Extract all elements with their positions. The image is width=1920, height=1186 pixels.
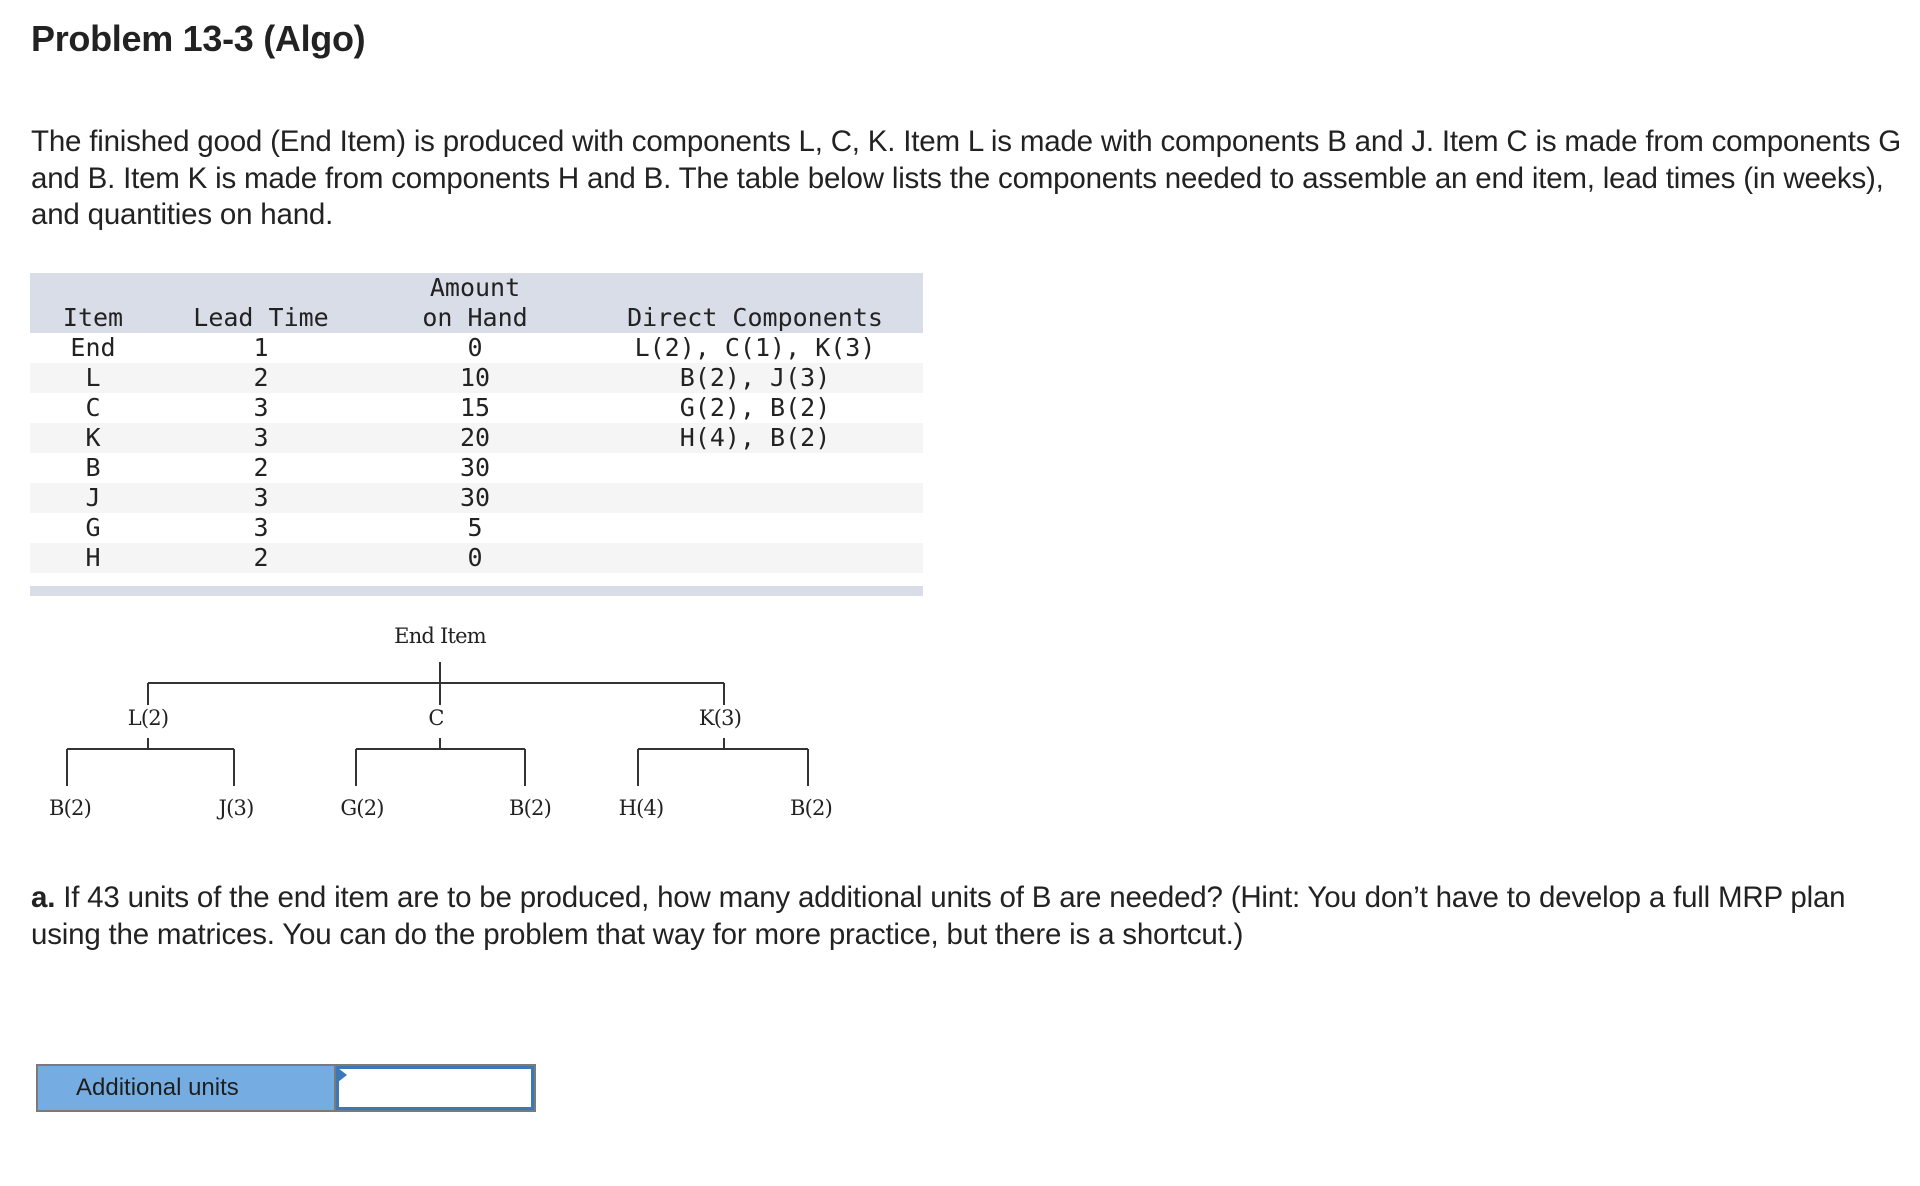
cell-lead-time: 2 [253,453,269,482]
cell-lead-time: 3 [253,423,269,452]
cell-item: J [85,483,101,512]
table-row: End 1 0 L(2), C(1), K(3) [30,333,923,363]
table-row: C 3 15 G(2), B(2) [30,393,923,423]
additional-units-input[interactable] [339,1069,531,1107]
cell-direct-components: H(4), B(2) [679,423,831,452]
cell-direct-components: L(2), C(1), K(3) [634,333,876,362]
header-direct-components: Direct Components [627,303,883,332]
header-item: Item [62,303,124,332]
cell-direct-components: G(2), B(2) [679,393,831,422]
table-row: J 3 30 [30,483,923,513]
table-footer-bar [30,586,923,596]
cell-item: H [85,543,101,572]
cell-on-hand: 20 [459,423,491,452]
question-text: If 43 units of the end item are to be pr… [31,881,1846,951]
tree-node-b-under-c: B(2) [509,796,552,820]
product-structure-tree: End Item L(2) C K(3) B(2) J(3) G(2) B(2)… [0,610,960,850]
tree-node-k: K(3) [698,706,742,730]
cell-item: C [85,393,101,422]
cell-on-hand: 30 [459,483,491,512]
table-body: End 1 0 L(2), C(1), K(3) L 2 10 B(2), J(3) C 3 15 G… [30,333,923,573]
problem-title: Problem 13-3 (Algo) [31,18,366,59]
answer-field-container [336,1066,534,1110]
tree-node-root: End Item [394,624,486,648]
cell-on-hand: 5 [467,513,483,542]
cell-on-hand: 0 [467,543,483,572]
cell-item: G [85,513,101,542]
cell-item: K [85,423,101,452]
question-a: a. If 43 units of the end item are to be… [31,880,1911,953]
tree-node-b-under-k: B(2) [790,796,833,820]
answer-row: Additional units [36,1064,536,1112]
table-header: Item Lead Time Amount on Hand Direct Com… [30,273,923,333]
cell-item: End [70,333,116,362]
cell-item: L [85,363,101,392]
table-row: L 2 10 B(2), J(3) [30,363,923,393]
cell-lead-time: 2 [253,363,269,392]
cell-on-hand: 30 [459,453,491,482]
cell-on-hand: 15 [459,393,491,422]
cell-lead-time: 1 [253,333,269,362]
cell-direct-components: B(2), J(3) [679,363,831,392]
table-row: K 3 20 H(4), B(2) [30,423,923,453]
question-label: a. [31,881,56,914]
cell-lead-time: 3 [253,483,269,512]
cell-lead-time: 2 [253,543,269,572]
tree-node-b-under-l: B(2) [49,796,92,820]
cell-lead-time: 3 [253,393,269,422]
components-table: Item Lead Time Amount on Hand Direct Com… [30,273,923,596]
cell-lead-time: 3 [253,513,269,542]
table-row: G 3 5 [30,513,923,543]
tree-node-l: L(2) [127,706,169,730]
tree-node-g: G(2) [340,796,384,820]
tree-node-j: J(3) [218,796,255,820]
header-amount-line2: on Hand [422,303,528,332]
tree-node-c: C [428,706,444,730]
tree-node-h: H(4) [618,796,665,820]
header-amount-line1: Amount [429,273,521,302]
field-marker-icon [338,1068,347,1082]
table-row: B 2 30 [30,453,923,483]
cell-on-hand: 10 [459,363,491,392]
header-lead-time: Lead Time [193,303,329,332]
table-row: H 2 0 [30,543,923,573]
answer-label: Additional units [38,1066,336,1110]
cell-item: B [85,453,101,482]
problem-description: The finished good (End Item) is produced… [31,125,1902,231]
cell-on-hand: 0 [467,333,483,362]
